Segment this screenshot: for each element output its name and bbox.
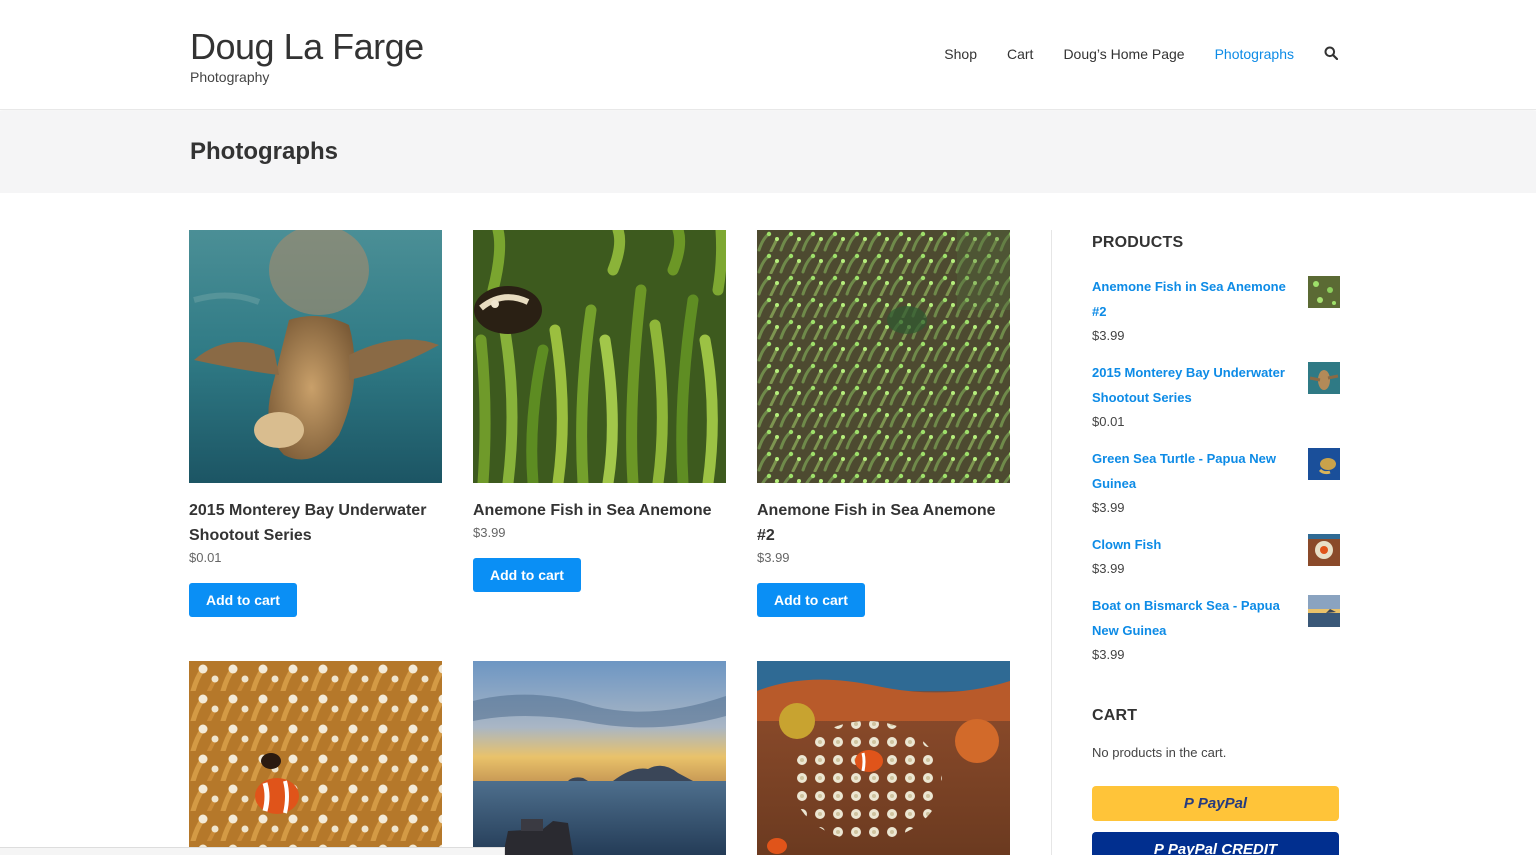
list-item: Boat on Bismarck Sea - Papua New Guinea … xyxy=(1092,593,1340,665)
cart-empty-message: No products in the cart. xyxy=(1092,745,1227,760)
site-tagline: Photography xyxy=(190,69,270,85)
list-item: Green Sea Turtle - Papua New Guinea $3.9… xyxy=(1092,446,1340,518)
sidebar-product-thumbnail[interactable] xyxy=(1308,534,1340,566)
products-widget-title: PRODUCTS xyxy=(1092,234,1184,251)
cart-widget-title: CART xyxy=(1092,707,1138,724)
sidebar-product-link[interactable]: Clown Fish xyxy=(1092,532,1295,557)
product-image-boat-bismarck-sea[interactable] xyxy=(473,661,726,855)
sidebar-divider xyxy=(1051,230,1052,855)
product-card xyxy=(189,661,442,855)
paypal-credit-button[interactable]: P PayPal CREDIT xyxy=(1092,832,1339,855)
nav-photographs[interactable]: Photographs xyxy=(1215,46,1294,62)
sidebar-product-link[interactable]: Anemone Fish in Sea Anemone #2 xyxy=(1092,274,1295,324)
sidebar-product-price: $3.99 xyxy=(1092,647,1125,662)
paypal-button[interactable]: P PayPal xyxy=(1092,786,1339,821)
list-item: 2015 Monterey Bay Underwater Shootout Se… xyxy=(1092,360,1340,432)
sidebar-product-price: $3.99 xyxy=(1092,328,1125,343)
paypal-button-label: PayPal xyxy=(1197,795,1248,812)
products-widget-list: Anemone Fish in Sea Anemone #2 $3.99 201… xyxy=(1092,274,1340,665)
site-header: Doug La Farge Photography Shop Cart Doug… xyxy=(0,0,1536,110)
browser-status-bar xyxy=(0,847,505,855)
product-image-anemone-fish[interactable] xyxy=(473,230,726,483)
product-name[interactable]: 2015 Monterey Bay Underwater Shootout Se… xyxy=(189,498,442,548)
search-icon[interactable] xyxy=(1324,46,1340,62)
product-name[interactable]: Anemone Fish in Sea Anemone #2 xyxy=(757,498,1010,548)
paypal-logo-icon: P xyxy=(1153,841,1164,855)
add-to-cart-button[interactable]: Add to cart xyxy=(473,558,581,592)
brand[interactable]: Doug La Farge Photography xyxy=(190,26,424,85)
product-price: $3.99 xyxy=(757,550,790,565)
product-name[interactable]: Anemone Fish in Sea Anemone xyxy=(473,498,726,523)
product-card: Anemone Fish in Sea Anemone #2 $3.99 Add… xyxy=(757,230,1010,617)
product-image-reef[interactable] xyxy=(757,661,1010,855)
sidebar-product-thumbnail[interactable] xyxy=(1308,276,1340,308)
product-price: $0.01 xyxy=(189,550,222,565)
site-title[interactable]: Doug La Farge xyxy=(190,26,424,68)
nav-home-page[interactable]: Doug’s Home Page xyxy=(1063,46,1184,62)
add-to-cart-button[interactable]: Add to cart xyxy=(189,583,297,617)
sidebar-product-link[interactable]: Green Sea Turtle - Papua New Guinea xyxy=(1092,446,1295,496)
sidebar-product-price: $3.99 xyxy=(1092,500,1125,515)
product-image-sea-lion[interactable] xyxy=(189,230,442,483)
product-card: Anemone Fish in Sea Anemone $3.99 Add to… xyxy=(473,230,726,592)
sidebar: PRODUCTS Anemone Fish in Sea Anemone #2 … xyxy=(1092,234,1340,855)
sidebar-product-price: $3.99 xyxy=(1092,561,1125,576)
product-image-anemone-2[interactable] xyxy=(757,230,1010,483)
product-image-clown-fish[interactable] xyxy=(189,661,442,855)
sidebar-product-thumbnail[interactable] xyxy=(1308,448,1340,480)
list-item: Clown Fish $3.99 xyxy=(1092,532,1340,579)
paypal-logo-icon: P xyxy=(1183,795,1194,812)
add-to-cart-button[interactable]: Add to cart xyxy=(757,583,865,617)
paypal-credit-button-label: PayPal CREDIT xyxy=(1167,841,1278,855)
page-title-bar: Photographs xyxy=(0,111,1536,193)
sidebar-product-thumbnail[interactable] xyxy=(1308,595,1340,627)
nav-cart[interactable]: Cart xyxy=(1007,46,1033,62)
list-item: Anemone Fish in Sea Anemone #2 $3.99 xyxy=(1092,274,1340,346)
nav-shop[interactable]: Shop xyxy=(944,46,977,62)
sidebar-product-thumbnail[interactable] xyxy=(1308,362,1340,394)
sidebar-product-link[interactable]: Boat on Bismarck Sea - Papua New Guinea xyxy=(1092,593,1295,643)
main-nav: Shop Cart Doug’s Home Page Photographs xyxy=(944,46,1340,62)
product-card: 2015 Monterey Bay Underwater Shootout Se… xyxy=(189,230,442,617)
sidebar-product-price: $0.01 xyxy=(1092,414,1125,429)
page-title: Photographs xyxy=(190,138,338,165)
product-card xyxy=(757,661,1010,855)
product-card xyxy=(473,661,726,855)
product-price: $3.99 xyxy=(473,525,506,540)
sidebar-product-link[interactable]: 2015 Monterey Bay Underwater Shootout Se… xyxy=(1092,360,1295,410)
